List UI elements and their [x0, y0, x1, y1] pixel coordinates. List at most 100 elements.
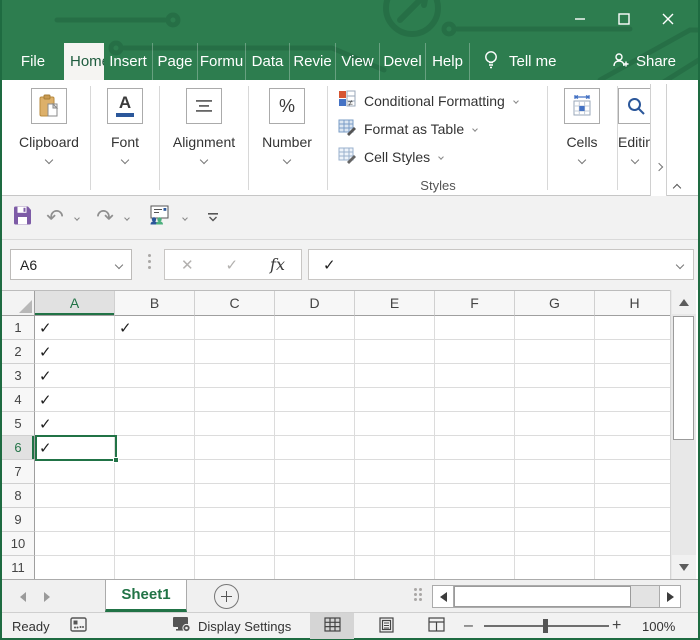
cell-B7[interactable] [115, 460, 195, 484]
font-group-button[interactable]: A Font [91, 88, 159, 168]
scroll-up-button[interactable] [672, 290, 696, 314]
zoom-in-button[interactable]: + [612, 613, 621, 639]
number-group-button[interactable]: % Number [249, 88, 325, 168]
cell-C2[interactable] [195, 340, 275, 364]
zoom-level[interactable]: 100% [642, 613, 675, 639]
tab-help[interactable]: Help [425, 43, 469, 80]
share-button[interactable]: Share [611, 43, 676, 80]
page-layout-view-button[interactable] [364, 613, 408, 639]
row-header-11[interactable]: 11 [2, 556, 35, 579]
column-header-D[interactable]: D [275, 291, 355, 316]
cell-H7[interactable] [595, 460, 670, 484]
cell-B3[interactable] [115, 364, 195, 388]
cell-B10[interactable] [115, 532, 195, 556]
cell-F6[interactable] [435, 436, 515, 460]
tell-me-button[interactable]: Tell me [469, 43, 557, 80]
row-header-2[interactable]: 2 [2, 340, 35, 364]
close-button[interactable] [646, 6, 690, 32]
column-header-C[interactable]: C [195, 291, 275, 316]
new-sheet-button[interactable] [214, 584, 239, 609]
insert-function-button[interactable]: fx [270, 255, 285, 274]
cell-B2[interactable] [115, 340, 195, 364]
cell-G11[interactable] [515, 556, 595, 579]
tab-data[interactable]: Data [245, 43, 289, 80]
fill-handle[interactable] [113, 457, 119, 463]
previous-sheet-button[interactable] [20, 592, 26, 602]
cell-F4[interactable] [435, 388, 515, 412]
cell-E8[interactable] [355, 484, 435, 508]
cell-C8[interactable] [195, 484, 275, 508]
cell-H10[interactable] [595, 532, 670, 556]
cell-F9[interactable] [435, 508, 515, 532]
cell-C4[interactable] [195, 388, 275, 412]
cell-D1[interactable] [275, 316, 355, 340]
cell-B5[interactable] [115, 412, 195, 436]
cell-D11[interactable] [275, 556, 355, 579]
tab-developer[interactable]: Devel [379, 43, 425, 80]
cell-D10[interactable] [275, 532, 355, 556]
vertical-scrollbar-thumb[interactable] [673, 316, 694, 440]
cell-A4[interactable]: ✓ [35, 388, 115, 412]
display-settings-button[interactable]: Display Settings [172, 613, 291, 639]
conditional-formatting-button[interactable]: ≠ Conditional Formatting [338, 90, 519, 111]
cell-D6[interactable] [275, 436, 355, 460]
cell-B4[interactable] [115, 388, 195, 412]
cell-G8[interactable] [515, 484, 595, 508]
tab-formulas[interactable]: Formu [197, 43, 245, 80]
editing-group-button[interactable]: Editing [618, 88, 651, 168]
tab-file[interactable]: File [2, 43, 64, 80]
cell-E10[interactable] [355, 532, 435, 556]
scroll-left-button[interactable] [433, 586, 454, 607]
cancel-button[interactable]: ✕ [181, 256, 194, 274]
expand-formula-bar-chevron[interactable] [675, 260, 685, 269]
cell-D5[interactable] [275, 412, 355, 436]
cell-H6[interactable] [595, 436, 670, 460]
zoom-out-button[interactable]: – [464, 613, 473, 639]
cell-A8[interactable] [35, 484, 115, 508]
cell-A3[interactable]: ✓ [35, 364, 115, 388]
cell-C3[interactable] [195, 364, 275, 388]
row-header-6[interactable]: 6 [2, 436, 35, 460]
cell-A5[interactable]: ✓ [35, 412, 115, 436]
cell-G4[interactable] [515, 388, 595, 412]
cell-C10[interactable] [195, 532, 275, 556]
column-header-F[interactable]: F [435, 291, 515, 316]
cell-E11[interactable] [355, 556, 435, 579]
cell-C5[interactable] [195, 412, 275, 436]
cell-E4[interactable] [355, 388, 435, 412]
save-button[interactable] [2, 206, 42, 230]
page-break-preview-button[interactable] [414, 613, 458, 639]
cell-B11[interactable] [115, 556, 195, 579]
ribbon-scroll-right-button[interactable] [650, 84, 667, 196]
scroll-down-button[interactable] [672, 555, 696, 579]
redo-dropdown[interactable] [118, 214, 136, 221]
column-header-B[interactable]: B [115, 291, 195, 316]
cell-G1[interactable] [515, 316, 595, 340]
cells-group-button[interactable]: Cells [548, 88, 616, 168]
cell-F3[interactable] [435, 364, 515, 388]
cell-H8[interactable] [595, 484, 670, 508]
cell-G10[interactable] [515, 532, 595, 556]
cell-H1[interactable] [595, 316, 670, 340]
cell-A11[interactable] [35, 556, 115, 579]
cell-B1[interactable]: ✓ [115, 316, 195, 340]
column-header-E[interactable]: E [355, 291, 435, 316]
cell-H11[interactable] [595, 556, 670, 579]
cell-G7[interactable] [515, 460, 595, 484]
cell-H9[interactable] [595, 508, 670, 532]
customize-qat-button[interactable] [200, 209, 226, 227]
tab-view[interactable]: View [335, 43, 379, 80]
row-header-3[interactable]: 3 [2, 364, 35, 388]
cell-E7[interactable] [355, 460, 435, 484]
cell-E9[interactable] [355, 508, 435, 532]
cell-E5[interactable] [355, 412, 435, 436]
format-as-table-button[interactable]: Format as Table [338, 118, 478, 139]
horizontal-scrollbar-thumb[interactable] [454, 586, 631, 607]
touch-mouse-mode-button[interactable] [142, 205, 176, 230]
sheet-tab-sheet1[interactable]: Sheet1 [105, 580, 187, 612]
tab-page-layout[interactable]: Page [152, 43, 197, 80]
name-box[interactable]: A6 [10, 249, 132, 280]
horizontal-scrollbar[interactable] [432, 585, 681, 608]
row-header-4[interactable]: 4 [2, 388, 35, 412]
formula-bar-resize-handle[interactable] [148, 254, 151, 269]
